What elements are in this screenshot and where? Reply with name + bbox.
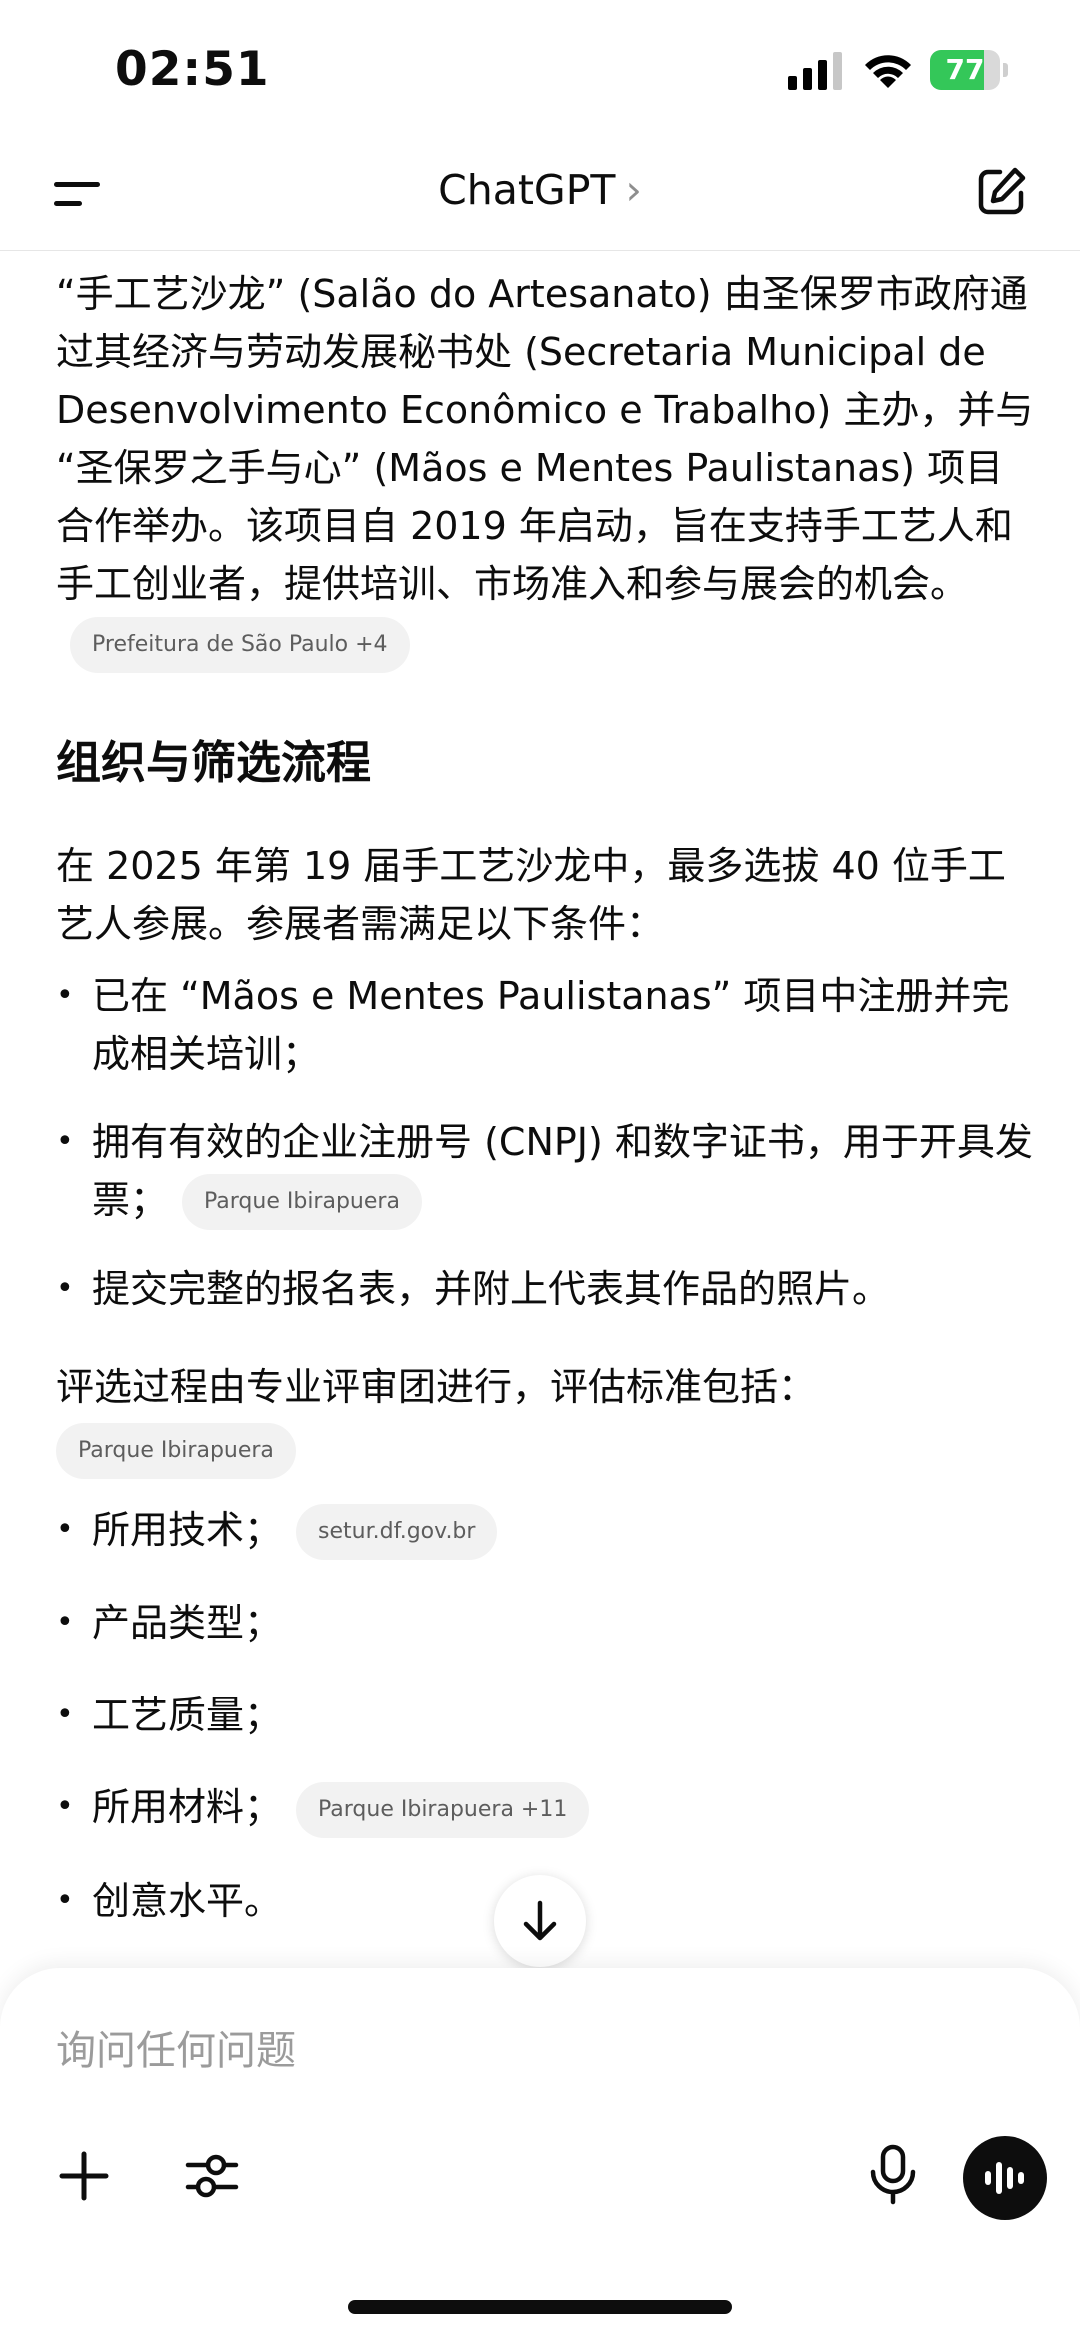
status-bar: 02:51 77 xyxy=(0,0,1080,140)
list-item: 提交完整的报名表，并附上代表其作品的照片。 xyxy=(56,1260,1036,1318)
list-item: 已在 “Mãos e Mentes Paulistanas” 项目中注册并完成相… xyxy=(56,967,1036,1083)
paragraph-text: “手工艺沙龙” (Salão do Artesanato) 由圣保罗市政府通过其… xyxy=(56,272,1034,606)
microphone-icon[interactable] xyxy=(866,2144,920,2206)
citation-chip[interactable]: Parque Ibirapuera xyxy=(56,1422,296,1479)
wifi-icon xyxy=(865,55,911,88)
list-item: 拥有有效的企业注册号 (CNPJ) 和数字证书，用于开具发票；Parque Ib… xyxy=(56,1113,1036,1230)
message-paragraph: 评选过程由专业评审团进行，评估标准包括： Parque Ibirapuera xyxy=(56,1358,1036,1479)
message-paragraph: 在 2025 年第 19 届手工艺沙龙中，最多选拔 40 位手工艺人参展。参展者… xyxy=(56,843,1006,946)
list-item: 工艺质量； xyxy=(56,1686,1036,1744)
list-item: 所用技术； setur.df.gov.br xyxy=(56,1501,1036,1560)
home-indicator xyxy=(348,2300,732,2314)
list-item: 产品类型； xyxy=(56,1594,1036,1652)
list-item: 所用材料； Parque Ibirapuera +11 xyxy=(56,1778,1036,1838)
voice-waveform-icon xyxy=(985,2162,1024,2194)
requirements-list: 已在 “Mãos e Mentes Paulistanas” 项目中注册并完成相… xyxy=(56,967,1036,1319)
sliders-icon[interactable] xyxy=(184,2148,240,2204)
list-item-text: 所用技术； xyxy=(92,1507,283,1552)
list-item-text: 所用材料； xyxy=(92,1785,283,1829)
list-item-text: 工艺质量； xyxy=(92,1693,283,1737)
message-input[interactable]: 询问任何问题 xyxy=(56,2018,296,2076)
battery-percent: 77 xyxy=(945,53,985,86)
criteria-list: 所用技术； setur.df.gov.br 产品类型； 工艺质量； 所用材料； Pa… xyxy=(56,1501,1036,1930)
composer: 询问任何问题 xyxy=(0,1968,1080,2337)
arrow-down-icon xyxy=(523,1900,557,1941)
model-selector[interactable]: ChatGPT › xyxy=(0,166,1080,214)
voice-mode-button[interactable] xyxy=(963,2136,1047,2220)
citation-chip[interactable]: Parque Ibirapuera +11 xyxy=(296,1781,590,1838)
list-item-text: 提交完整的报名表，并附上代表其作品的照片。 xyxy=(92,1267,891,1311)
message-paragraph: “手工艺沙龙” (Salão do Artesanato) 由圣保罗市政府通过其… xyxy=(56,265,1036,673)
list-item-text: 已在 “Mãos e Mentes Paulistanas” 项目中注册并完成相… xyxy=(92,973,1010,1076)
plus-icon[interactable] xyxy=(56,2148,112,2204)
new-chat-edit-icon[interactable] xyxy=(975,164,1029,218)
list-item-text: 创意水平。 xyxy=(92,1878,283,1923)
paragraph-text: 评选过程由专业评审团进行，评估标准包括： xyxy=(56,1365,817,1409)
citation-chip[interactable]: setur.df.gov.br xyxy=(296,1504,498,1560)
section-heading: 组织与筛选流程 xyxy=(56,735,372,789)
chevron-right-icon: › xyxy=(625,166,642,214)
scroll-to-bottom-button[interactable] xyxy=(494,1875,586,1967)
app-header: ChatGPT › xyxy=(0,140,1080,251)
status-time: 02:51 xyxy=(115,42,270,97)
citation-chip[interactable]: Parque Ibirapuera xyxy=(182,1174,422,1230)
list-item-text: 产品类型； xyxy=(92,1601,283,1645)
citation-chip[interactable]: Prefeitura de São Paulo +4 xyxy=(70,616,410,673)
assistant-message: “手工艺沙龙” (Salão do Artesanato) 由圣保罗市政府通过其… xyxy=(56,255,1036,1970)
page-title: ChatGPT xyxy=(438,166,616,214)
battery-icon: 77 xyxy=(930,50,1010,90)
cellular-signal-icon xyxy=(788,52,842,90)
